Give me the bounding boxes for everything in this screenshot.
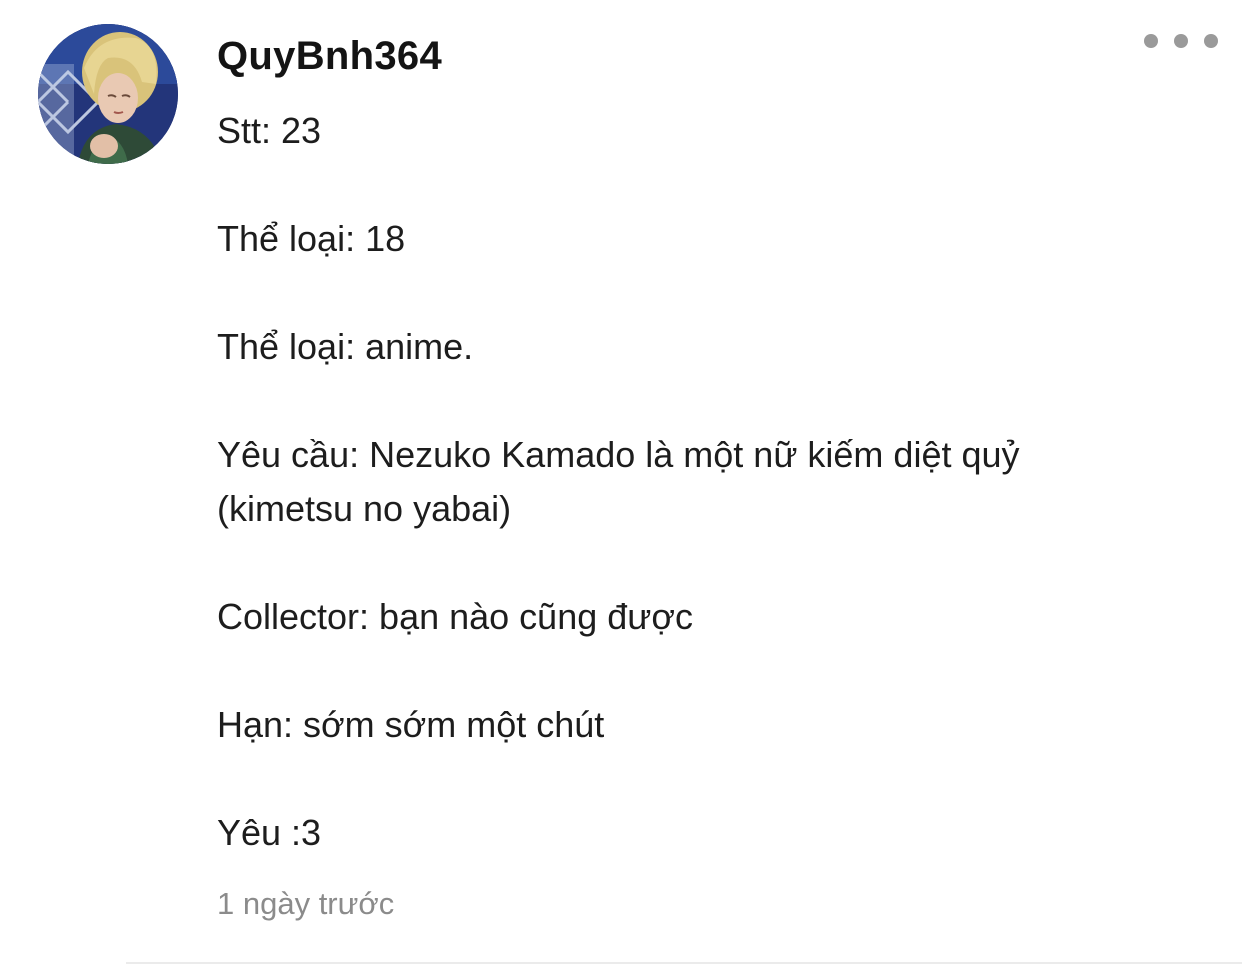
avatar-image bbox=[38, 24, 178, 164]
comment-line-closing: Yêu :3 bbox=[217, 812, 322, 853]
comment-line-request-cont: (kimetsu no yabai) bbox=[217, 488, 512, 529]
comment-line-category-genre: Thể loại: anime. bbox=[217, 326, 474, 367]
comment-line-collector: Collector: bạn nào cũng được bbox=[217, 596, 693, 637]
comment-line-category-age: Thể loại: 18 bbox=[217, 218, 406, 259]
comment-line-request: Yêu cầu: Nezuko Kamado là một nữ kiếm di… bbox=[217, 434, 1020, 475]
comment-line-stt: Stt: 23 bbox=[217, 110, 322, 151]
more-options-button[interactable] bbox=[1144, 26, 1218, 56]
avatar[interactable] bbox=[38, 24, 178, 164]
more-options-icon-dot bbox=[1174, 34, 1188, 48]
divider bbox=[126, 962, 1242, 964]
comment-card: QuyBnh364 Stt: 23 Thể loại: 18 Thể loại:… bbox=[0, 0, 1242, 966]
comment-timestamp: 1 ngày trước bbox=[217, 886, 395, 921]
more-options-icon-dot bbox=[1204, 34, 1218, 48]
comment-line-deadline: Hạn: sớm sớm một chút bbox=[217, 704, 605, 745]
username[interactable]: QuyBnh364 bbox=[217, 30, 442, 82]
more-options-icon bbox=[1144, 34, 1158, 48]
